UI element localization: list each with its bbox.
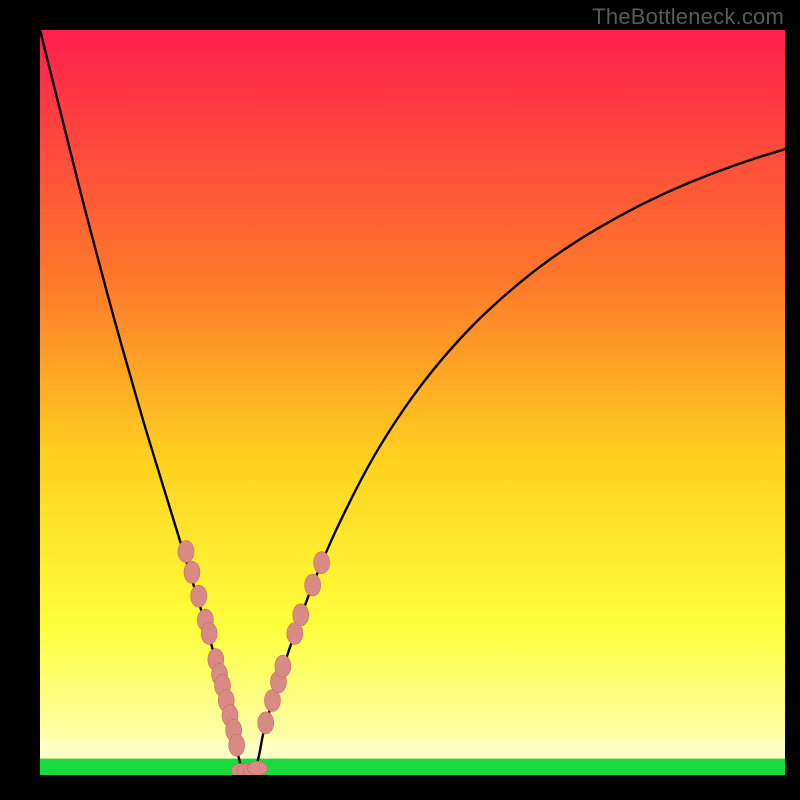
data-marker [191,585,207,607]
pale-band [40,741,785,758]
data-marker [293,604,309,626]
data-marker [258,712,274,734]
green-band [40,759,785,775]
gradient-background [40,30,785,775]
watermark-text: TheBottleneck.com [592,4,784,30]
data-marker [184,561,200,583]
data-marker [248,761,268,775]
data-marker [305,574,321,596]
plot-area [40,30,785,775]
data-marker [201,622,217,644]
data-marker [229,734,245,756]
data-marker [178,541,194,563]
plot-svg [40,30,785,775]
data-marker [275,655,291,677]
chart-frame: TheBottleneck.com [0,0,800,800]
data-marker [314,552,330,574]
